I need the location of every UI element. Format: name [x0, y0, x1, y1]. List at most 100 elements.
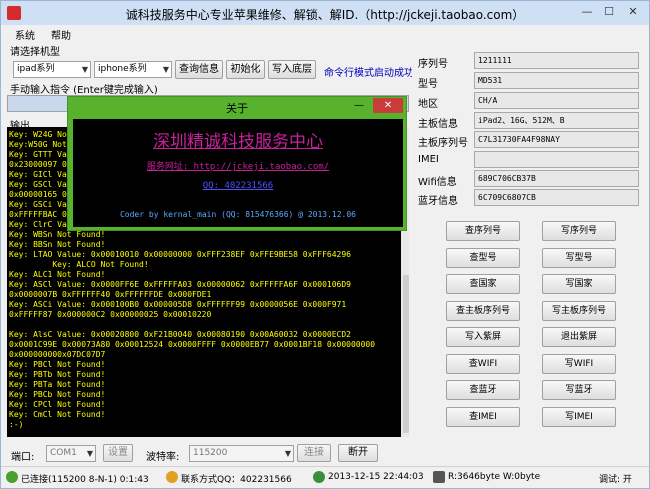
action-button[interactable]: 写主板序列号 — [542, 300, 616, 321]
action-button[interactable]: 查序列号 — [446, 221, 520, 241]
console-line: 0x23000097 0 — [9, 160, 67, 169]
port-label: 端口: — [11, 452, 35, 463]
action-button[interactable]: 查主板序列号 — [446, 300, 520, 321]
chevron-down-icon: ▼ — [81, 65, 88, 74]
chevron-down-icon: ▼ — [284, 449, 291, 458]
title-bar: 诚科技服务中心专业苹果维修、解锁、解ID.（http://jckeji.taob… — [1, 1, 649, 25]
serial-field[interactable]: 1211111 — [474, 52, 639, 69]
console-line: :-) — [9, 420, 24, 429]
console-line: Key: ASCl Value: 0x0000FF6E 0xFFFFFA03 0… — [9, 280, 351, 289]
minimize-button[interactable]: — — [579, 5, 595, 19]
port-settings-button[interactable]: 设置 — [103, 444, 133, 462]
imei-label: IMEI — [418, 154, 439, 165]
menu-bar: 系统 帮助 — [1, 25, 649, 42]
region-label: 地区 — [418, 99, 438, 110]
chevron-down-icon: ▼ — [162, 65, 169, 74]
action-button[interactable]: 写WIFI — [542, 353, 616, 374]
wifi-field[interactable]: 689C706CB37B — [474, 170, 639, 187]
disconnect-button[interactable]: 断开 — [338, 444, 378, 462]
model-combo-value: iphone系列 — [98, 64, 147, 74]
series-combo-value: ipad系列 — [17, 64, 55, 74]
console-line: Key: PBCb Not Found! — [9, 390, 106, 399]
console-line: Key: BBSn Not Found! — [9, 240, 106, 249]
model-select-label: 请选择机型 — [10, 47, 60, 58]
about-minimize-button[interactable]: — — [348, 98, 370, 113]
action-button[interactable]: 写蓝牙 — [542, 380, 616, 400]
init-button[interactable]: 初始化 — [226, 60, 265, 79]
console-line: Key: GSCi Va — [9, 200, 67, 209]
console-line: Key: W24G No — [9, 130, 67, 139]
about-dialog: 关于 — ✕ 深圳精诚科技服务中心 服务网址: http://jckeji.ta… — [67, 96, 407, 231]
status-contact: 联系方式QQ：402231566 — [181, 475, 292, 485]
action-button[interactable]: 查IMEI — [446, 406, 520, 427]
action-button[interactable]: 退出紫屏 — [542, 327, 616, 347]
wifi-label: Wifi信息 — [418, 177, 457, 188]
menu-help[interactable]: 帮助 — [51, 27, 71, 42]
serial-label: 序列号 — [418, 59, 448, 70]
about-close-button[interactable]: ✕ — [373, 98, 403, 113]
connection-icon — [6, 471, 18, 483]
imei-field[interactable] — [474, 151, 639, 168]
action-button[interactable]: 写国家 — [542, 274, 616, 294]
console-line: 0xFFFFFBAC 0 — [9, 210, 67, 219]
board-info-field[interactable]: iPad2、16G、512M、B — [474, 112, 639, 129]
scroll-thumb[interactable] — [403, 275, 409, 433]
about-company: 深圳精诚科技服务中心 — [153, 132, 323, 152]
action-button[interactable]: 写入紫屏 — [446, 327, 520, 347]
region-field[interactable]: CH/A — [474, 92, 639, 109]
console-line: Key: CmCl Not Found! — [9, 410, 106, 419]
console-line: 0x0000007B 0xFFFFFF40 0xFFFFFFDE 0x000FD… — [9, 290, 212, 299]
console-line: Key: GICl Va — [9, 170, 67, 179]
status-connected: 已连接(115200 8-N-1) 0:1:43 — [21, 475, 149, 485]
baud-combo-value: 115200 — [193, 448, 228, 458]
console-line: Key:W50G Not — [9, 140, 67, 149]
clock-icon — [313, 471, 325, 483]
about-coder: Coder by kernal_main (QQ: 815476366) @ 2… — [119, 210, 356, 219]
console-line: Key: PBTb Not Found! — [9, 370, 106, 379]
close-button[interactable]: ✕ — [625, 5, 641, 19]
about-body: 深圳精诚科技服务中心 服务网址: http://jckeji.taobao.co… — [73, 119, 403, 227]
action-button[interactable]: 写序列号 — [542, 221, 616, 241]
main-window: 诚科技服务中心专业苹果维修、解锁、解ID.（http://jckeji.taob… — [0, 0, 650, 489]
about-shop-link[interactable]: 服务网址: http://jckeji.taobao.com/ — [73, 159, 403, 172]
menu-system[interactable]: 系统 — [15, 27, 35, 42]
board-serial-field[interactable]: C7L31730FA4F98NAY — [474, 131, 639, 148]
console-line: 0x00000165 0 — [9, 190, 67, 199]
series-combo[interactable]: ipad系列 ▼ — [13, 61, 91, 78]
query-info-button[interactable]: 查询信息 — [175, 60, 223, 79]
console-line: 0xFFFFF87 0x000000C2 0x00000025 0x000102… — [9, 310, 212, 319]
console-line: 0x0001C99E 0x00073A80 0x00012524 0x0000F… — [9, 340, 376, 349]
action-button[interactable]: 查蓝牙 — [446, 380, 520, 400]
status-rw: R:3646byte W:0byte — [448, 472, 541, 482]
baud-combo[interactable]: 115200 ▼ — [189, 445, 294, 462]
drive-icon — [433, 471, 445, 483]
console-line: Key: PBTa Not Found! — [9, 380, 106, 389]
console-line: Key: ALC1 Not Found! — [9, 270, 106, 279]
console-line: Key: LTAO Value: 0x00010010 0x00000000 0… — [9, 250, 351, 259]
console-line: Key: WBSn Not Found! — [9, 230, 106, 239]
action-button[interactable]: 查WIFI — [446, 353, 520, 374]
model-label: 型号 — [418, 79, 438, 90]
connect-button[interactable]: 连接 — [297, 444, 331, 462]
board-serial-label: 主板序列号 — [418, 138, 468, 149]
board-info-label: 主板信息 — [418, 119, 458, 130]
action-button[interactable]: 写IMEI — [542, 406, 616, 427]
port-combo[interactable]: COM1 ▼ — [46, 445, 96, 462]
bt-field[interactable]: 6C709C6807CB — [474, 189, 639, 206]
action-button[interactable]: 查型号 — [446, 247, 520, 268]
model-field[interactable]: MD531 — [474, 72, 639, 89]
model-combo[interactable]: iphone系列 ▼ — [94, 61, 172, 78]
action-button[interactable]: 查国家 — [446, 274, 520, 294]
write-base-button[interactable]: 写入底层 — [268, 60, 316, 79]
bt-label: 蓝牙信息 — [418, 196, 458, 207]
console-line: Key: GSCl Va — [9, 180, 67, 189]
maximize-button[interactable]: ☐ — [601, 5, 617, 19]
console-line: Key: AlsC Value: 0x00020800 0xF21B0040 0… — [9, 330, 351, 339]
status-datetime: 2013-12-15 22:44:03 — [328, 472, 424, 482]
baud-label: 波特率: — [146, 452, 180, 463]
status-debug: 调试: 开 — [599, 475, 632, 485]
console-line: Key: ALCO Not Found! — [9, 260, 149, 269]
action-button[interactable]: 写型号 — [542, 247, 616, 268]
about-qq-link[interactable]: QQ: 402231566 — [73, 181, 403, 191]
manual-input-label: 手动输入指令 (Enter键完成输入) — [10, 85, 158, 96]
